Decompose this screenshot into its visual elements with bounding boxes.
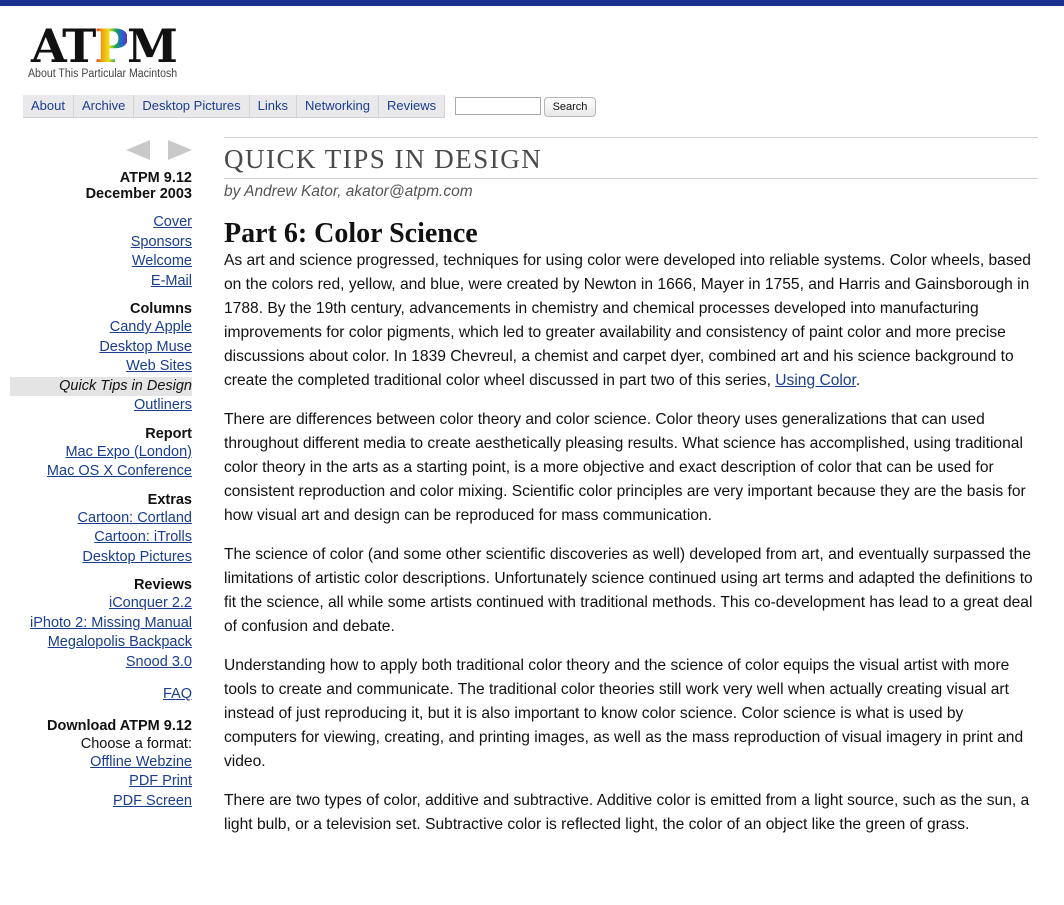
sidebar-link-faq[interactable]: FAQ	[10, 685, 192, 705]
sidebar-current-quick-tips: Quick Tips in Design	[10, 376, 192, 396]
sidebar-link-mac-expo[interactable]: Mac Expo (London)	[10, 443, 192, 463]
issue-number: ATPM 9.12	[119, 170, 192, 186]
column-title: QUICK TIPS IN DESIGN	[224, 144, 543, 174]
sidebar: ATPM 9.12 December 2003 Cover Sponsors W…	[10, 170, 192, 811]
sidebar-link-outliners[interactable]: Outliners	[10, 396, 192, 416]
sidebar-link-megalopolis[interactable]: Megalopolis Backpack	[10, 633, 192, 653]
logo-tagline: About This Particular Macintosh	[28, 68, 178, 80]
paragraph-3: The science of color (and some other sci…	[224, 546, 1033, 635]
logo-mark: ATPM	[31, 19, 178, 73]
sidebar-extras: Extras Cartoon: Cortland Cartoon: iTroll…	[10, 491, 192, 568]
sidebar-link-cartoon-itrolls[interactable]: Cartoon: iTrolls	[10, 528, 192, 548]
sidebar-link-iphoto2[interactable]: iPhoto 2: Missing Manual	[10, 614, 192, 634]
sidebar-download-subhead: Choose a format:	[80, 735, 192, 752]
sidebar-heading-report: Report	[145, 425, 192, 442]
using-color-link[interactable]: Using Color	[775, 372, 856, 389]
sidebar-reviews: Reviews iConquer 2.2 iPhoto 2: Missing M…	[10, 576, 192, 672]
previous-arrow-icon[interactable]	[126, 140, 150, 160]
paragraph-1: As art and science progressed, technique…	[224, 252, 1031, 389]
nav-reviews[interactable]: Reviews	[379, 95, 446, 117]
nav-about[interactable]: About	[23, 95, 74, 117]
sidebar-download: Download ATPM 9.12 Choose a format: Offl…	[10, 717, 192, 812]
top-bar	[0, 0, 1064, 6]
sidebar-link-desktop-pictures[interactable]: Desktop Pictures	[10, 548, 192, 568]
sidebar-link-candy-apple[interactable]: Candy Apple	[10, 318, 192, 338]
sidebar-heading-download: Download ATPM 9.12	[46, 717, 192, 734]
sidebar-link-welcome[interactable]: Welcome	[10, 252, 192, 272]
sidebar-link-cover[interactable]: Cover	[10, 213, 192, 233]
nav-desktop-pictures[interactable]: Desktop Pictures	[134, 95, 250, 117]
nav-archive[interactable]: Archive	[74, 95, 135, 117]
sidebar-report: Report Mac Expo (London) Mac OS X Confer…	[10, 425, 192, 482]
byline: by Andrew Kator, akator@atpm.com	[224, 183, 473, 200]
paragraph-4: Understanding how to apply both traditio…	[224, 657, 1024, 770]
paragraph-5: There are two types of color, additive a…	[224, 792, 1030, 833]
atpm-logo[interactable]: ATPM About This Particular Macintosh	[28, 22, 188, 84]
sidebar-link-web-sites[interactable]: Web Sites	[10, 357, 192, 377]
sidebar-link-sponsors[interactable]: Sponsors	[10, 233, 192, 253]
sidebar-heading-reviews: Reviews	[133, 577, 192, 593]
search-input[interactable]	[455, 97, 541, 115]
search-button[interactable]: Search	[544, 97, 596, 117]
sidebar-columns: Columns Candy Apple Desktop Muse Web Sit…	[10, 300, 192, 416]
sidebar-link-desktop-muse[interactable]: Desktop Muse	[10, 338, 192, 358]
sidebar-heading-columns: Columns	[129, 301, 192, 317]
top-nav: About Archive Desktop Pictures Links Net…	[23, 95, 446, 118]
sidebar-link-macosx-conference[interactable]: Mac OS X Conference	[10, 462, 192, 482]
article: QUICK TIPS IN DESIGN by Andrew Kator, ak…	[224, 137, 1038, 852]
nav-networking[interactable]: Networking	[297, 95, 379, 117]
sidebar-link-snood[interactable]: Snood 3.0	[10, 653, 192, 673]
part-title: Part 6: Color Science	[224, 218, 478, 249]
sidebar-link-iconquer[interactable]: iConquer 2.2	[10, 594, 192, 614]
sidebar-faq: FAQ	[10, 685, 192, 705]
sidebar-link-email[interactable]: E-Mail	[10, 272, 192, 292]
sidebar-link-cartoon-cortland[interactable]: Cartoon: Cortland	[10, 509, 192, 529]
sidebar-heading-extras: Extras	[147, 491, 192, 508]
paragraph-2: There are differences between color theo…	[224, 411, 1026, 524]
article-header: QUICK TIPS IN DESIGN	[224, 137, 1038, 179]
sidebar-top-links: Cover Sponsors Welcome E-Mail	[10, 213, 192, 291]
issue-date: December 2003	[85, 186, 192, 202]
sidebar-link-pdf-print[interactable]: PDF Print	[10, 772, 192, 792]
next-arrow-icon[interactable]	[168, 140, 192, 160]
sidebar-link-offline-webzine[interactable]: Offline Webzine	[10, 753, 192, 773]
sidebar-link-pdf-screen[interactable]: PDF Screen	[10, 792, 192, 812]
nav-links[interactable]: Links	[250, 95, 297, 117]
